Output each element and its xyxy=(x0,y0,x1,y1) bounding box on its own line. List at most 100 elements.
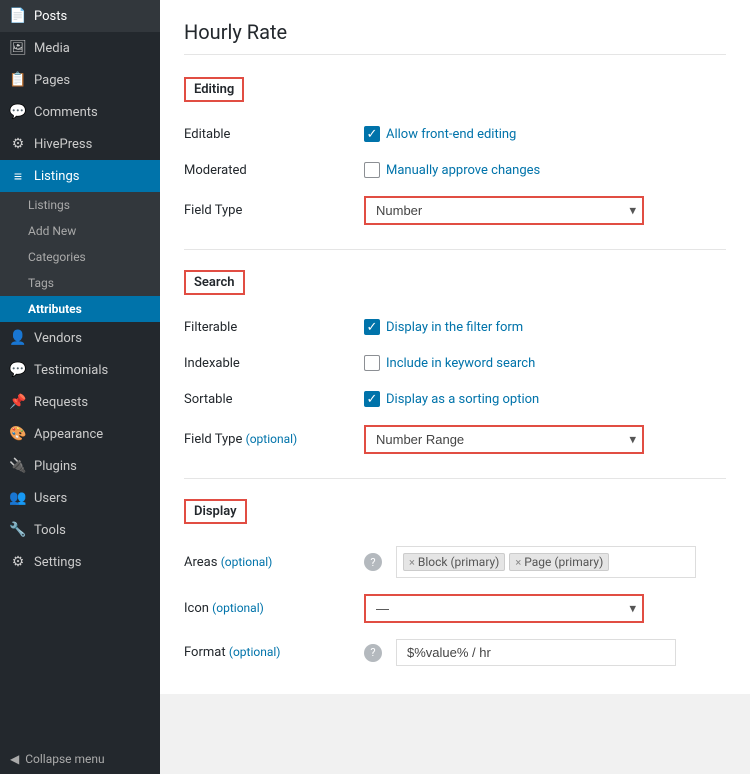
search-field-type-control: Number Range Number Text xyxy=(364,425,726,454)
main-content: Hourly Rate Editing Editable ✓ Allow fro… xyxy=(160,0,750,774)
collapse-menu-button[interactable]: ◀ Collapse menu xyxy=(0,744,160,774)
areas-label: Areas (optional) xyxy=(184,555,364,570)
search-field-type-label: Field Type (optional) xyxy=(184,432,364,447)
editable-checkbox[interactable]: ✓ xyxy=(364,126,380,142)
tag-page-primary: × Page (primary) xyxy=(509,553,609,571)
search-field-type-wrapper: Number Range Number Text xyxy=(364,425,644,454)
editable-checkbox-label: Allow front-end editing xyxy=(386,127,516,142)
sidebar-item-settings[interactable]: ⚙ Settings xyxy=(0,546,160,578)
sortable-checkbox[interactable]: ✓ xyxy=(364,391,380,407)
sidebar-item-label: Requests xyxy=(34,395,88,410)
tag-page-primary-remove[interactable]: × xyxy=(515,556,521,569)
sidebar-item-label: Settings xyxy=(34,555,81,570)
icon-row: Icon (optional) — xyxy=(184,586,726,631)
sidebar-sub-tags[interactable]: Tags xyxy=(0,270,160,296)
hivepress-icon: ⚙ xyxy=(10,136,26,152)
media-icon: 🖼 xyxy=(10,40,26,56)
sidebar-item-comments[interactable]: 💬 Comments xyxy=(0,96,160,128)
indexable-label: Indexable xyxy=(184,356,364,371)
listings-submenu: Listings Add New Categories Tags Attribu… xyxy=(0,192,160,322)
icon-select[interactable]: — xyxy=(364,594,644,623)
collapse-menu-label: Collapse menu xyxy=(25,752,104,766)
format-help-icon[interactable]: ? xyxy=(364,644,382,662)
areas-control: ? × Block (primary) × Page (primary) xyxy=(364,546,726,578)
search-section: Search Filterable ✓ Display in the filte… xyxy=(184,266,726,462)
testimonials-icon: 💬 xyxy=(10,362,26,378)
areas-tag-input[interactable]: × Block (primary) × Page (primary) xyxy=(396,546,696,578)
filterable-checkbox[interactable]: ✓ xyxy=(364,319,380,335)
icon-select-wrapper: — xyxy=(364,594,644,623)
icon-label: Icon (optional) xyxy=(184,601,364,616)
sidebar-item-label: Plugins xyxy=(34,459,77,474)
display-section-header: Display xyxy=(184,499,247,524)
search-field-type-optional: (optional) xyxy=(246,432,298,446)
editing-field-type-row: Field Type Number Text Select xyxy=(184,188,726,233)
sidebar-item-users[interactable]: 👥 Users xyxy=(0,482,160,514)
plugins-icon: 🔌 xyxy=(10,458,26,474)
indexable-checkbox-row: Include in keyword search xyxy=(364,355,535,371)
sidebar-item-requests[interactable]: 📌 Requests xyxy=(0,386,160,418)
tag-block-primary-remove[interactable]: × xyxy=(409,556,415,569)
areas-row: Areas (optional) ? × Block (primary) × P… xyxy=(184,538,726,586)
collapse-icon: ◀ xyxy=(10,752,19,766)
vendors-icon: 👤 xyxy=(10,330,26,346)
filterable-checkbox-label: Display in the filter form xyxy=(386,320,523,335)
sidebar-item-media[interactable]: 🖼 Media xyxy=(0,32,160,64)
filterable-label: Filterable xyxy=(184,320,364,335)
editable-label: Editable xyxy=(184,127,364,142)
moderated-label: Moderated xyxy=(184,163,364,178)
format-control: ? xyxy=(364,639,726,666)
editable-control: ✓ Allow front-end editing xyxy=(364,126,726,142)
editable-checkbox-row: ✓ Allow front-end editing xyxy=(364,126,516,142)
sidebar: 📄 Posts 🖼 Media 📋 Pages 💬 Comments ⚙ Hiv… xyxy=(0,0,160,774)
tag-block-primary-label: Block (primary) xyxy=(418,555,500,569)
sidebar-item-label: Users xyxy=(34,491,67,506)
search-field-type-row: Field Type (optional) Number Range Numbe… xyxy=(184,417,726,462)
filterable-row: Filterable ✓ Display in the filter form xyxy=(184,309,726,345)
sidebar-item-posts[interactable]: 📄 Posts xyxy=(0,0,160,32)
page-title: Hourly Rate xyxy=(184,20,726,55)
areas-help-icon[interactable]: ? xyxy=(364,553,382,571)
search-section-header: Search xyxy=(184,270,245,295)
sidebar-item-vendors[interactable]: 👤 Vendors xyxy=(0,322,160,354)
sidebar-sub-listings[interactable]: Listings xyxy=(0,192,160,218)
sidebar-sub-categories[interactable]: Categories xyxy=(0,244,160,270)
indexable-checkbox-label: Include in keyword search xyxy=(386,356,535,371)
indexable-checkbox[interactable] xyxy=(364,355,380,371)
sidebar-sub-add-new[interactable]: Add New xyxy=(0,218,160,244)
sidebar-item-hivepress[interactable]: ⚙ HivePress xyxy=(0,128,160,160)
areas-optional: (optional) xyxy=(221,555,273,569)
sidebar-item-label: Tools xyxy=(34,523,66,538)
sidebar-item-tools[interactable]: 🔧 Tools xyxy=(0,514,160,546)
format-input[interactable] xyxy=(396,639,676,666)
moderated-checkbox-row: Manually approve changes xyxy=(364,162,540,178)
moderated-row: Moderated Manually approve changes xyxy=(184,152,726,188)
filterable-checkbox-row: ✓ Display in the filter form xyxy=(364,319,523,335)
sidebar-item-testimonials[interactable]: 💬 Testimonials xyxy=(0,354,160,386)
search-field-type-select[interactable]: Number Range Number Text xyxy=(364,425,644,454)
sidebar-item-label: Media xyxy=(34,41,70,56)
settings-icon: ⚙ xyxy=(10,554,26,570)
posts-icon: 📄 xyxy=(10,8,26,24)
listings-icon: ≡ xyxy=(10,168,26,184)
sidebar-item-appearance[interactable]: 🎨 Appearance xyxy=(0,418,160,450)
format-label: Format (optional) xyxy=(184,645,364,660)
sidebar-item-pages[interactable]: 📋 Pages xyxy=(0,64,160,96)
editing-section: Editing Editable ✓ Allow front-end editi… xyxy=(184,73,726,233)
sidebar-item-listings[interactable]: ≡ Listings xyxy=(0,160,160,192)
sidebar-item-label: Pages xyxy=(34,73,70,88)
sidebar-item-plugins[interactable]: 🔌 Plugins xyxy=(0,450,160,482)
editable-row: Editable ✓ Allow front-end editing xyxy=(184,116,726,152)
indexable-row: Indexable Include in keyword search xyxy=(184,345,726,381)
sortable-label: Sortable xyxy=(184,392,364,407)
sidebar-item-label: Posts xyxy=(34,9,67,24)
sidebar-item-label: Comments xyxy=(34,105,98,120)
sortable-control: ✓ Display as a sorting option xyxy=(364,391,726,407)
editing-field-type-select[interactable]: Number Text Select xyxy=(364,196,644,225)
pages-icon: 📋 xyxy=(10,72,26,88)
sidebar-sub-attributes[interactable]: Attributes xyxy=(0,296,160,322)
tag-page-primary-label: Page (primary) xyxy=(524,555,603,569)
filterable-control: ✓ Display in the filter form xyxy=(364,319,726,335)
editing-section-header: Editing xyxy=(184,77,244,102)
moderated-checkbox[interactable] xyxy=(364,162,380,178)
